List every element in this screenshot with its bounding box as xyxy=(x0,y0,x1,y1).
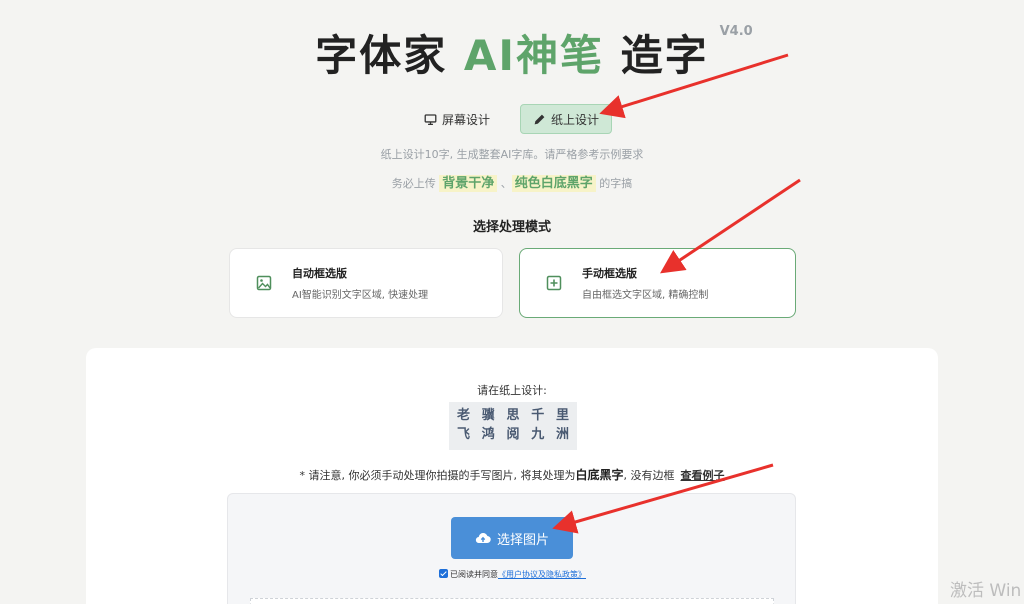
mode-tabs: 屏幕设计 纸上设计 xyxy=(0,104,1024,134)
option-manual-select[interactable]: 手动框选版 自由框选文字区域, 精确控制 xyxy=(519,248,796,318)
hint-pre: 务必上传 xyxy=(391,177,440,190)
title-part1: 字体家 xyxy=(315,31,464,80)
option-manual-title: 手动框选版 xyxy=(582,267,637,280)
monitor-icon xyxy=(424,113,437,125)
char: 骥 xyxy=(481,408,495,423)
hint-sep: 、 xyxy=(497,177,512,190)
option-auto-title: 自动框选版 xyxy=(292,267,347,280)
option-auto-text: 自动框选版 AI智能识别文字区域, 快速处理 xyxy=(292,265,428,301)
option-manual-text: 手动框选版 自由框选文字区域, 精确控制 xyxy=(582,265,708,301)
view-example-link[interactable]: 查看例子 xyxy=(681,469,725,482)
add-box-icon xyxy=(546,275,562,291)
agreement-row: 已阅读并同意《用户协议及隐私政策》 xyxy=(228,569,797,580)
select-image-button[interactable]: 选择图片 xyxy=(451,517,573,559)
char: 九 xyxy=(531,427,545,442)
upload-area[interactable]: 选择图片 已阅读并同意《用户协议及隐私政策》 xyxy=(227,493,796,604)
cloud-upload-icon xyxy=(475,533,491,544)
char: 千 xyxy=(531,408,545,423)
highlight-black-on-white: 纯色白底黑字 xyxy=(511,175,596,192)
char: 鸿 xyxy=(481,427,495,442)
upload-panel: 请在纸上设计: 老 骥 思 千 里 飞 鸿 阅 九 洲 * 请注意, 你必须手动… xyxy=(86,348,938,604)
pencil-icon xyxy=(534,114,545,124)
app-root: 字体家 AI神笔 造字 V4.0 屏幕设计 纸上设计 纸上设计10字, 生成整套… xyxy=(0,0,1024,604)
hint-line1: 纸上设计10字, 生成整套AI字库。请严格参考示例要求 xyxy=(380,148,644,161)
activation-watermark: 激活 Win xyxy=(950,581,1022,601)
policy-link[interactable]: 《用户协议及隐私政策》 xyxy=(498,570,586,579)
option-auto-select[interactable]: 自动框选版 AI智能识别文字区域, 快速处理 xyxy=(229,248,503,318)
tab-screen-design-label: 屏幕设计 xyxy=(441,112,490,127)
char: 老 xyxy=(457,408,471,423)
chars-row-2: 飞 鸿 阅 九 洲 xyxy=(457,425,569,444)
agree-text: 已阅读并同意 xyxy=(450,570,498,579)
title-accent: AI神笔 xyxy=(463,31,605,80)
version-badge: V4.0 xyxy=(719,24,753,39)
highlight-clean-bg: 背景干净 xyxy=(439,175,498,192)
option-manual-sub: 自由框选文字区域, 精确控制 xyxy=(582,290,709,301)
hint-post: 的字搞 xyxy=(595,177,633,190)
char: 飞 xyxy=(457,427,471,442)
notice-bold: 白底黑字 xyxy=(575,468,624,482)
agree-checkbox[interactable] xyxy=(439,569,448,578)
processing-notice: * 请注意, 你必须手动处理你拍摄的手写图片, 将其处理为白底黑字, 没有边框查… xyxy=(86,466,938,483)
section-title: 选择处理模式 xyxy=(472,220,551,235)
option-auto-sub: AI智能识别文字区域, 快速处理 xyxy=(292,290,429,301)
char: 阅 xyxy=(506,427,520,442)
image-icon xyxy=(256,275,272,291)
char: 里 xyxy=(555,408,569,423)
title-part2: 造字 xyxy=(604,31,709,80)
page-title: 字体家 AI神笔 造字 V4.0 xyxy=(315,22,752,83)
notice-post: , 没有边框 xyxy=(623,469,675,482)
char: 洲 xyxy=(555,427,569,442)
char: 思 xyxy=(506,408,520,423)
tab-paper-design[interactable]: 纸上设计 xyxy=(520,104,613,134)
header: 字体家 AI神笔 造字 V4.0 xyxy=(0,22,1024,83)
select-image-label: 选择图片 xyxy=(496,532,549,548)
hint-line2: 务必上传 背景干净 、纯色白底黑字 的字搞 xyxy=(0,172,1024,192)
chars-row-1: 老 骥 思 千 里 xyxy=(457,406,569,425)
tab-screen-design[interactable]: 屏幕设计 xyxy=(412,104,502,134)
notice-pre: * 请注意, 你必须手动处理你拍摄的手写图片, 将其处理为 xyxy=(299,469,576,482)
design-instruction: 请在纸上设计: xyxy=(477,384,547,397)
preview-dropzone[interactable] xyxy=(250,598,774,604)
tab-paper-design-label: 纸上设计 xyxy=(551,112,600,127)
sample-characters: 老 骥 思 千 里 飞 鸿 阅 九 洲 xyxy=(449,402,577,450)
